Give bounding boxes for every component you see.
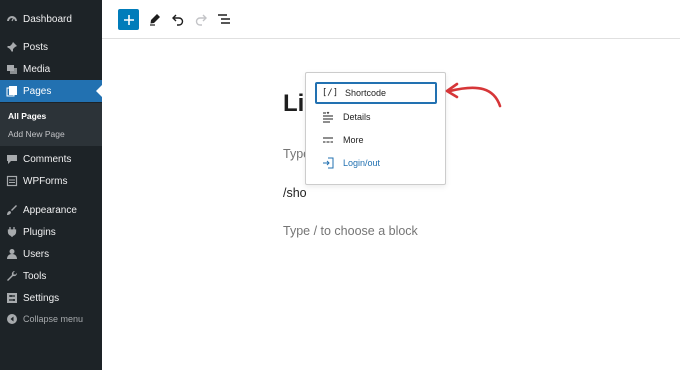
collapse-icon [6, 313, 18, 325]
menu-item-appearance[interactable]: Appearance [0, 199, 102, 221]
annotation-arrow [445, 82, 502, 108]
shortcode-icon: [/] [321, 88, 339, 98]
block-autocomplete-popover: [/] Shortcode Details More Login/out [305, 72, 446, 185]
pencil-icon [150, 14, 160, 26]
option-shortcode[interactable]: [/] Shortcode [315, 82, 437, 104]
menu-item-dashboard[interactable]: Dashboard [0, 8, 102, 30]
undo-icon [172, 14, 184, 26]
menu-label: Posts [23, 41, 49, 53]
admin-sidebar: Dashboard Posts Media Pages All Pages Ad… [0, 0, 102, 370]
undo-button[interactable] [171, 12, 185, 26]
menu-label: Plugins [23, 226, 56, 238]
brush-icon [6, 204, 18, 216]
login-icon [322, 157, 334, 169]
menu-label: Tools [23, 270, 47, 282]
option-more[interactable]: More [315, 129, 437, 151]
menu-item-settings[interactable]: Settings [0, 287, 102, 309]
pin-icon [6, 41, 18, 53]
option-details[interactable]: Details [315, 106, 437, 128]
paragraph-placeholder[interactable]: Type [283, 147, 307, 161]
menu-item-posts[interactable]: Posts [0, 36, 102, 58]
media-icon [6, 63, 18, 75]
comments-icon [6, 153, 18, 165]
pages-icon [6, 85, 18, 97]
menu-label: Comments [23, 153, 72, 165]
collapse-label: Collapse menu [23, 314, 84, 324]
option-label: Details [343, 112, 371, 122]
option-login-out[interactable]: Login/out [315, 152, 437, 174]
menu-item-tools[interactable]: Tools [0, 265, 102, 287]
menu-item-pages[interactable]: Pages [0, 80, 102, 102]
more-icon [322, 134, 334, 146]
menu-item-wpforms[interactable]: WPForms [0, 170, 102, 192]
add-block-button[interactable] [118, 9, 139, 30]
details-icon [322, 111, 334, 123]
submenu-add-new-page[interactable]: Add New Page [8, 129, 65, 139]
redo-button[interactable] [194, 12, 208, 26]
redo-icon [195, 14, 207, 26]
editor-toolbar [102, 0, 680, 39]
menu-label: WPForms [23, 175, 68, 187]
wpforms-icon [6, 175, 18, 187]
menu-label: Settings [23, 292, 60, 304]
dashboard-icon [6, 13, 18, 25]
users-icon [6, 248, 18, 260]
slash-command-input[interactable]: /sho [283, 186, 307, 200]
wrench-icon [6, 270, 18, 282]
plus-icon [123, 14, 134, 25]
pages-submenu: All Pages Add New Page [0, 103, 102, 146]
collapse-menu-button[interactable]: Collapse menu [0, 308, 102, 330]
menu-item-users[interactable]: Users [0, 243, 102, 265]
plugin-icon [6, 226, 18, 238]
menu-label: Dashboard [23, 13, 72, 25]
option-label: Login/out [343, 158, 381, 168]
menu-label: Media [23, 63, 51, 75]
submenu-all-pages[interactable]: All Pages [8, 111, 46, 121]
list-view-icon [218, 14, 230, 24]
option-label: Shortcode [345, 88, 387, 98]
block-placeholder[interactable]: Type / to choose a block [283, 224, 418, 238]
menu-label: Users [23, 248, 50, 260]
option-label: More [343, 135, 364, 145]
tools-button[interactable] [148, 12, 162, 26]
menu-item-media[interactable]: Media [0, 58, 102, 80]
settings-icon [6, 292, 18, 304]
menu-label: Appearance [23, 204, 77, 216]
list-view-button[interactable] [217, 12, 231, 26]
menu-label: Pages [23, 85, 52, 97]
menu-item-comments[interactable]: Comments [0, 148, 102, 170]
menu-item-plugins[interactable]: Plugins [0, 221, 102, 243]
